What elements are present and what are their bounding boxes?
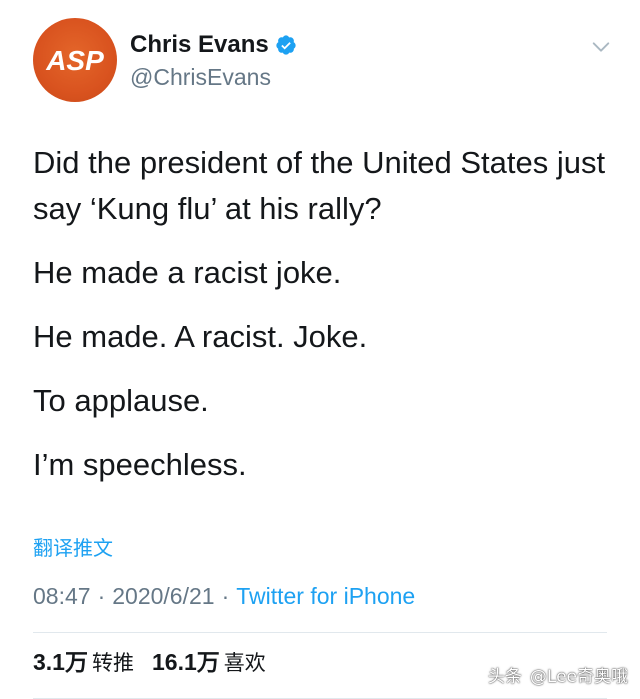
tweet-paragraph: I’m speechless. [33,447,247,482]
likes-count: 16.1万 [151,649,220,675]
watermark-account: @Lee奇奥哦 [529,667,628,687]
watermark: 头条 @Lee奇奥哦 [488,662,628,687]
display-name-row[interactable]: Chris Evans [130,30,297,60]
meta-separator: · [97,583,106,609]
user-handle[interactable]: @ChrisEvans [130,62,271,92]
tweet-time: 08:47 [33,583,91,609]
tweet-text: Did the president of the United States j… [33,140,623,506]
verified-badge-icon [276,35,296,55]
likes-label: 喜欢 [223,651,266,675]
retweets-label: 转推 [91,651,134,675]
likes-stat[interactable]: 16.1万 喜欢 [152,646,266,679]
tweet-paragraph: To applause. [33,383,209,418]
display-name[interactable]: Chris Evans [130,30,269,60]
svg-text:ASP: ASP [45,45,104,76]
divider [33,632,607,633]
tweet-meta: 08:47 · 2020/6/21 · Twitter for iPhone [33,580,415,612]
tweet-stats: 3.1万 转推 16.1万 喜欢 [33,646,284,679]
retweets-stat[interactable]: 3.1万 转推 [33,646,134,679]
retweets-count: 3.1万 [33,649,88,675]
tweet-paragraph: He made a racist joke. [33,255,342,290]
avatar[interactable]: ASP [33,18,117,102]
meta-separator: · [221,583,230,609]
translate-tweet-link[interactable]: 翻译推文 [33,532,113,561]
avatar-logo: ASP [45,45,104,76]
tweet-paragraph: He made. A racist. Joke. [33,319,368,354]
chevron-down-icon[interactable] [590,36,612,58]
watermark-brand: 头条 [487,667,522,687]
tweet-paragraph: Did the president of the United States j… [33,145,606,226]
tweet-date: 2020/6/21 [112,583,215,609]
tweet-source-link[interactable]: Twitter for iPhone [236,583,415,609]
